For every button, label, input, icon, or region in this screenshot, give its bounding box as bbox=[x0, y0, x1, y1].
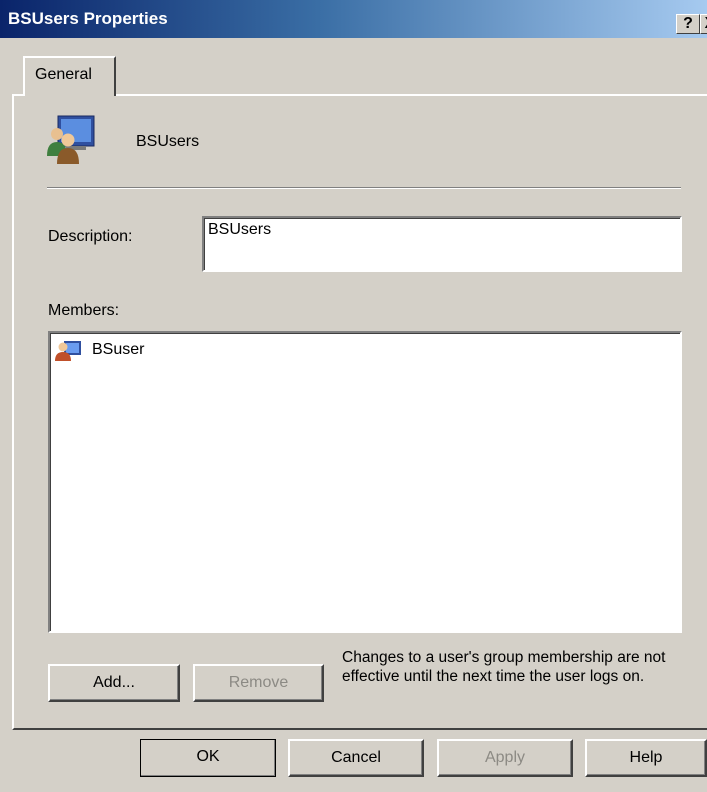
tab-label: General bbox=[35, 66, 92, 83]
add-button[interactable]: Add... bbox=[48, 664, 180, 702]
close-title-button[interactable]: X bbox=[700, 14, 707, 34]
tab-general[interactable]: General bbox=[23, 56, 116, 96]
members-label: Members: bbox=[48, 302, 120, 319]
users-group-icon bbox=[47, 115, 95, 164]
window-title: BSUsers Properties bbox=[8, 9, 168, 28]
help-button[interactable]: Help bbox=[585, 739, 707, 777]
properties-dialog: BSUsers Properties ? X General BSUsers D… bbox=[0, 0, 707, 792]
ok-button[interactable]: OK bbox=[140, 739, 276, 777]
separator bbox=[47, 187, 681, 189]
remove-button[interactable]: Remove bbox=[193, 664, 324, 702]
user-icon bbox=[55, 341, 81, 361]
membership-note: Changes to a user's group membership are… bbox=[342, 649, 666, 685]
group-name: BSUsers bbox=[136, 133, 200, 150]
description-field[interactable]: BSUsers bbox=[202, 216, 682, 272]
cancel-button[interactable]: Cancel bbox=[288, 739, 424, 777]
description-label: Description: bbox=[48, 228, 133, 245]
members-list[interactable]: BSuser bbox=[48, 331, 682, 633]
help-title-button[interactable]: ? bbox=[676, 14, 700, 34]
member-name: BSuser bbox=[92, 341, 145, 358]
help-icon: ? bbox=[683, 15, 693, 32]
title-bar[interactable]: BSUsers Properties ? X bbox=[0, 0, 707, 38]
apply-button[interactable]: Apply bbox=[437, 739, 573, 777]
